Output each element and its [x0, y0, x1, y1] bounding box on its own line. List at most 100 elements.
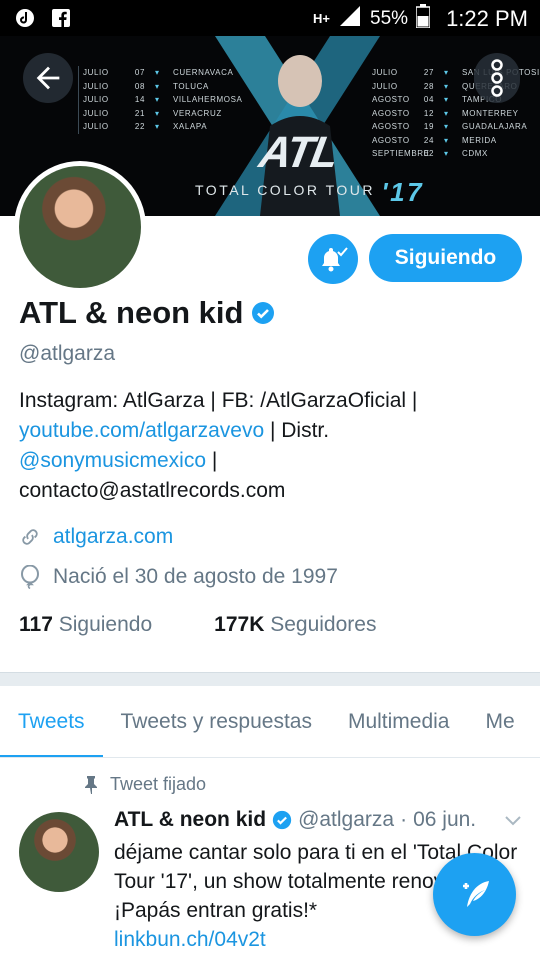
tour-city: GUADALAJARA [462, 122, 528, 131]
tour-day: 19 [423, 122, 434, 131]
tour-marker-icon: ▾ [155, 81, 160, 91]
tour-date-row: JULIO 22 ▾ XALAPA [83, 120, 242, 134]
bio-mention-link[interactable]: @sonymusicmexico [19, 449, 206, 472]
tweet-author-name[interactable]: ATL & neon kid [114, 808, 266, 832]
profile-website-row: atlgarza.com [19, 525, 173, 549]
profile-name: ATL & neon kid [19, 295, 244, 330]
followers-count: 177K [214, 613, 265, 636]
profile-handle: @atlgarza [19, 342, 116, 365]
tour-month: JULIO [83, 68, 109, 77]
profile-name-row: ATL & neon kid [19, 295, 275, 331]
tour-day: 12 [423, 108, 434, 118]
tour-month: JULIO [372, 81, 398, 91]
tour-date-row: SEPTIEMBRE 02 ▾ CDMX [372, 147, 540, 161]
following-button[interactable]: Siguiendo [369, 234, 522, 282]
tour-day: 22 [134, 122, 145, 131]
tour-date-row: AGOSTO 19 ▾ GUADALAJARA [372, 120, 540, 134]
tour-marker-icon: ▾ [155, 108, 160, 118]
status-bar-notifications [14, 7, 72, 29]
pinned-tweet-label: Tweet fijado [84, 774, 206, 795]
tour-date-row: JULIO 08 ▾ TOLUCA [83, 80, 242, 94]
profile-birthday-row: Nació el 30 de agosto de 1997 [19, 565, 338, 589]
bio-text-3: | [206, 449, 218, 472]
tour-month: AGOSTO [372, 135, 410, 145]
bio-line-1: Instagram: AtlGarza | FB: /AtlGarzaOfici… [19, 389, 418, 412]
tour-marker-icon: ▾ [444, 135, 449, 145]
chevron-down-icon [505, 816, 521, 826]
tour-day: 27 [423, 68, 434, 77]
tour-month: JULIO [372, 68, 398, 77]
tour-day: 02 [423, 149, 434, 158]
battery-icon [415, 4, 431, 34]
tour-city: VILLAHERMOSA [173, 95, 243, 104]
tab-tweets[interactable]: Tweets [0, 686, 103, 757]
tour-marker-icon: ▾ [444, 95, 449, 104]
avatar-image [19, 166, 141, 288]
follow-counts: 117 Siguiendo 177K Seguidores [19, 613, 376, 637]
battery-percent: 55% [370, 8, 409, 29]
tab-media[interactable]: Multimedia [330, 686, 468, 757]
tour-month: AGOSTO [372, 95, 410, 104]
tour-marker-icon: ▾ [444, 68, 449, 77]
following-label: Siguiendo [58, 613, 153, 636]
tour-name-text: TOTAL COLOR TOUR [195, 182, 376, 198]
tweet-header: ATL & neon kid @atlgarza · 06 jun. [114, 808, 476, 832]
tour-month: AGOSTO [372, 108, 410, 118]
notifications-bell-button[interactable] [308, 234, 358, 284]
tour-marker-icon: ▾ [444, 108, 449, 118]
tour-city: XALAPA [173, 122, 208, 131]
tour-city: TOLUCA [173, 81, 209, 91]
following-count-link[interactable]: 117 Siguiendo [19, 613, 152, 637]
tour-date-row: AGOSTO 04 ▾ TAMPICO [372, 93, 540, 107]
pinned-label-text: Tweet fijado [110, 774, 207, 794]
tour-month: SEPTIEMBRE [372, 149, 430, 158]
back-button[interactable] [23, 53, 73, 103]
bio-youtube-link[interactable]: youtube.com/atlgarzavevo [19, 419, 264, 442]
verified-badge-icon [272, 810, 292, 830]
tour-date-row: JULIO 07 ▾ CUERNAVACA [83, 66, 242, 80]
tour-day: 07 [134, 68, 145, 77]
profile-birthday: Nació el 30 de agosto de 1997 [53, 565, 338, 588]
tour-date-row: JULIO 14 ▾ VILLAHERMOSA [83, 93, 242, 107]
profile-tabs: Tweets Tweets y respuestas Multimedia Me [0, 686, 540, 758]
more-options-button[interactable] [474, 53, 520, 103]
arrow-left-icon [36, 66, 60, 90]
status-bar-system: H+ 55% 1:22 PM [313, 4, 528, 34]
tour-city: CDMX [462, 149, 488, 158]
profile-website-link[interactable]: atlgarza.com [53, 525, 173, 549]
tour-month: JULIO [83, 122, 109, 131]
signal-icon [338, 4, 362, 34]
tour-day: 28 [423, 81, 434, 91]
tour-marker-icon: ▾ [444, 122, 449, 131]
followers-count-link[interactable]: 177K Seguidores [214, 613, 376, 637]
tour-day: 24 [423, 135, 434, 145]
tweet-author-avatar[interactable] [19, 812, 99, 892]
tab-likes[interactable]: Me [468, 686, 533, 757]
tour-date-row: JULIO 21 ▾ VERACRUZ [83, 107, 242, 121]
following-count: 117 [19, 613, 53, 636]
profile-bio: Instagram: AtlGarza | FB: /AtlGarzaOfici… [19, 386, 519, 506]
tweet-link[interactable]: linkbun.ch/04v2t [114, 928, 266, 951]
tour-marker-icon: ▾ [444, 149, 449, 158]
profile-avatar[interactable] [14, 161, 146, 293]
section-divider [0, 672, 540, 686]
tour-date-row: AGOSTO 24 ▾ MERIDA [372, 134, 540, 148]
tour-marker-icon: ▾ [155, 95, 160, 104]
bell-check-icon [322, 246, 348, 272]
status-bar: H+ 55% 1:22 PM [0, 0, 540, 36]
compose-tweet-button[interactable] [433, 853, 516, 936]
tour-date-row: AGOSTO 12 ▾ MONTERREY [372, 107, 540, 121]
tweet-options-button[interactable] [503, 814, 523, 833]
clock: 1:22 PM [446, 6, 528, 31]
tab-tweets-replies[interactable]: Tweets y respuestas [103, 686, 330, 757]
tour-day: 04 [423, 95, 434, 104]
tour-marker-icon: ▾ [155, 122, 160, 131]
tour-month: JULIO [83, 81, 109, 91]
tour-city: CUERNAVACA [173, 68, 234, 77]
tour-marker-icon: ▾ [155, 68, 160, 77]
tiktok-icon [14, 7, 36, 29]
tour-day: 08 [134, 81, 145, 91]
tour-city: VERACRUZ [173, 108, 222, 118]
tweet-date: 06 jun. [413, 808, 477, 831]
tour-day: 21 [134, 108, 145, 118]
